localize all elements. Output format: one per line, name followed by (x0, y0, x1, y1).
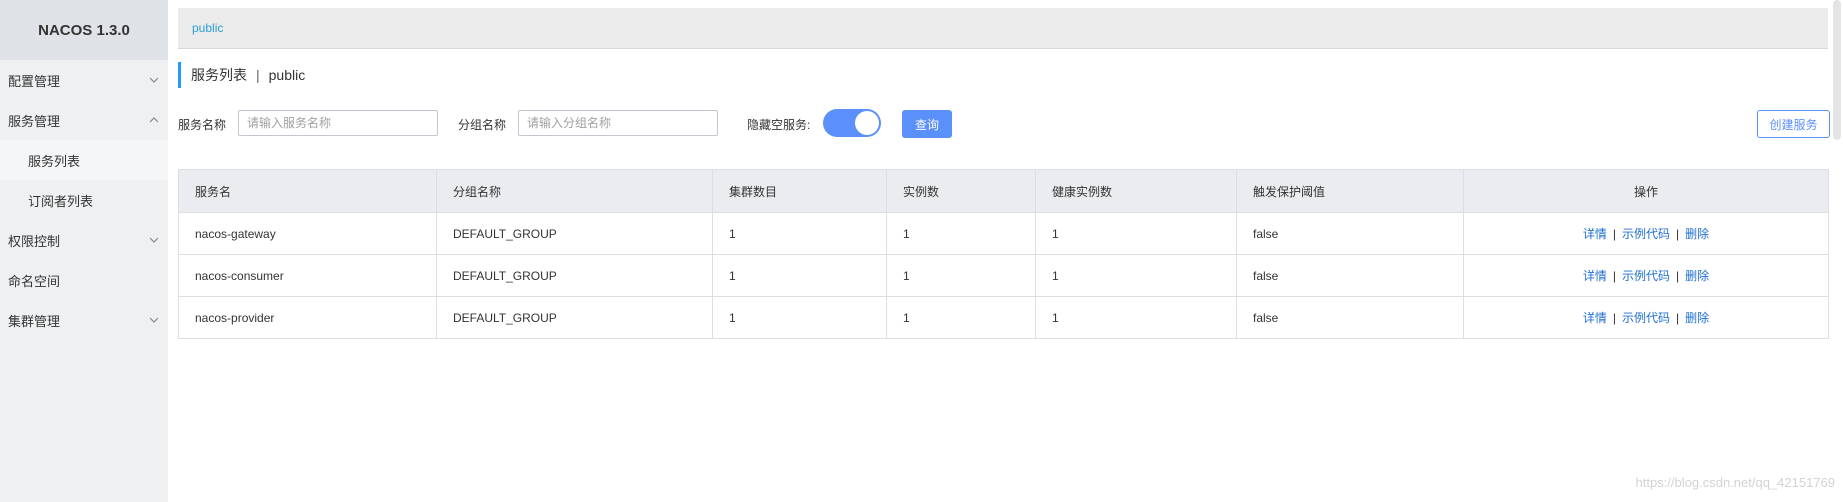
cell-actions: 详情 | 示例代码 | 删除 (1463, 296, 1829, 339)
sidebar-item-cluster-management[interactable]: 集群管理 (0, 300, 168, 340)
sidebar-subitem-subscriber-list[interactable]: 订阅者列表 (0, 180, 168, 220)
cell-protect-threshold: false (1236, 254, 1464, 297)
hide-empty-services-label: 隐藏空服务: (747, 118, 811, 132)
delete-link[interactable]: 删除 (1685, 311, 1709, 325)
table-header-row: 服务名 分组名称 集群数目 实例数 健康实例数 触发保护阈值 操作 (178, 169, 1829, 213)
sample-code-link[interactable]: 示例代码 (1622, 269, 1670, 283)
cell-service-name: nacos-gateway (178, 212, 437, 255)
table-row: nacos-consumer DEFAULT_GROUP 1 1 1 false… (178, 254, 1829, 297)
sidebar-item-label: 配置管理 (8, 73, 61, 89)
chevron-up-icon (149, 115, 159, 125)
action-separator: | (1676, 311, 1680, 325)
cell-group-name: DEFAULT_GROUP (436, 254, 713, 297)
sidebar-item-label: 服务管理 (8, 113, 61, 129)
cell-cluster-count: 1 (712, 212, 887, 255)
cell-actions: 详情 | 示例代码 | 删除 (1463, 254, 1829, 297)
cell-cluster-count: 1 (712, 254, 887, 297)
cell-healthy-instances: 1 (1035, 254, 1237, 297)
table-row: nacos-provider DEFAULT_GROUP 1 1 1 false… (178, 296, 1829, 339)
chevron-down-icon (149, 315, 159, 325)
filter-bar: 服务名称 分组名称 隐藏空服务: 查询 创建服务 (178, 109, 1830, 138)
cell-group-name: DEFAULT_GROUP (436, 212, 713, 255)
sidebar-item-service-management[interactable]: 服务管理 (0, 100, 168, 140)
namespace-bar: public (178, 8, 1828, 49)
toggle-knob (855, 111, 879, 135)
page-title-text: 服务列表 (191, 67, 247, 83)
column-header-service-name: 服务名 (178, 169, 437, 213)
service-name-label: 服务名称 (178, 118, 227, 132)
page-title-namespace: public (268, 67, 306, 83)
action-separator: | (1612, 269, 1616, 283)
column-header-protect-threshold: 触发保护阈值 (1236, 169, 1464, 213)
service-name-input[interactable] (238, 110, 438, 136)
sidebar-item-label: 权限控制 (8, 233, 61, 249)
cell-service-name: nacos-provider (178, 296, 437, 339)
cell-actions: 详情 | 示例代码 | 删除 (1463, 212, 1829, 255)
sidebar-subitem-service-list[interactable]: 服务列表 (0, 140, 168, 180)
sample-code-link[interactable]: 示例代码 (1622, 227, 1670, 241)
cell-healthy-instances: 1 (1035, 296, 1237, 339)
sidebar-item-label: 命名空间 (8, 273, 61, 289)
cell-healthy-instances: 1 (1035, 212, 1237, 255)
hide-empty-services-toggle[interactable] (823, 109, 881, 137)
cell-protect-threshold: false (1236, 212, 1464, 255)
detail-link[interactable]: 详情 (1583, 227, 1607, 241)
detail-link[interactable]: 详情 (1583, 311, 1607, 325)
page-scrollbar[interactable] (1833, 0, 1841, 140)
column-header-instance-count: 实例数 (886, 169, 1036, 213)
cell-service-name: nacos-consumer (178, 254, 437, 297)
delete-link[interactable]: 删除 (1685, 269, 1709, 283)
cell-protect-threshold: false (1236, 296, 1464, 339)
cell-cluster-count: 1 (712, 296, 887, 339)
query-button[interactable]: 查询 (902, 110, 952, 138)
sidebar-item-access-control[interactable]: 权限控制 (0, 220, 168, 260)
cell-instance-count: 1 (886, 212, 1036, 255)
column-header-group-name: 分组名称 (436, 169, 713, 213)
page-title-separator: | (256, 67, 260, 83)
sidebar: NACOS 1.3.0 配置管理 服务管理 服务列表 订阅者列表 权限控制 命名… (0, 0, 168, 502)
column-header-actions: 操作 (1463, 169, 1829, 213)
action-separator: | (1612, 311, 1616, 325)
main-content: public 服务列表 | public 服务名称 分组名称 隐藏空服务: 查询… (168, 0, 1843, 502)
cell-instance-count: 1 (886, 296, 1036, 339)
sidebar-item-config-management[interactable]: 配置管理 (0, 60, 168, 100)
table-row: nacos-gateway DEFAULT_GROUP 1 1 1 false … (178, 212, 1829, 255)
sidebar-item-namespace[interactable]: 命名空间 (0, 260, 168, 300)
sidebar-subitem-label: 订阅者列表 (28, 193, 94, 209)
service-table: 服务名 分组名称 集群数目 实例数 健康实例数 触发保护阈值 操作 nacos-… (178, 169, 1829, 339)
delete-link[interactable]: 删除 (1685, 227, 1709, 241)
action-separator: | (1676, 227, 1680, 241)
watermark: https://blog.csdn.net/qq_42151769 (1635, 475, 1836, 490)
cell-group-name: DEFAULT_GROUP (436, 296, 713, 339)
group-name-label: 分组名称 (458, 118, 507, 132)
sidebar-nav: 配置管理 服务管理 服务列表 订阅者列表 权限控制 命名空间 集群管理 (0, 60, 168, 340)
chevron-down-icon (149, 75, 159, 85)
action-separator: | (1676, 269, 1680, 283)
action-separator: | (1612, 227, 1616, 241)
detail-link[interactable]: 详情 (1583, 269, 1607, 283)
namespace-tab-public[interactable]: public (192, 21, 223, 35)
brand-logo: NACOS 1.3.0 (0, 0, 168, 60)
page-title: 服务列表 | public (178, 62, 305, 88)
sidebar-subitem-label: 服务列表 (28, 153, 81, 169)
create-service-button[interactable]: 创建服务 (1757, 110, 1830, 138)
sample-code-link[interactable]: 示例代码 (1622, 311, 1670, 325)
cell-instance-count: 1 (886, 254, 1036, 297)
column-header-healthy-instances: 健康实例数 (1035, 169, 1237, 213)
group-name-input[interactable] (518, 110, 718, 136)
sidebar-item-label: 集群管理 (8, 313, 61, 329)
column-header-cluster-count: 集群数目 (712, 169, 887, 213)
chevron-down-icon (149, 235, 159, 245)
